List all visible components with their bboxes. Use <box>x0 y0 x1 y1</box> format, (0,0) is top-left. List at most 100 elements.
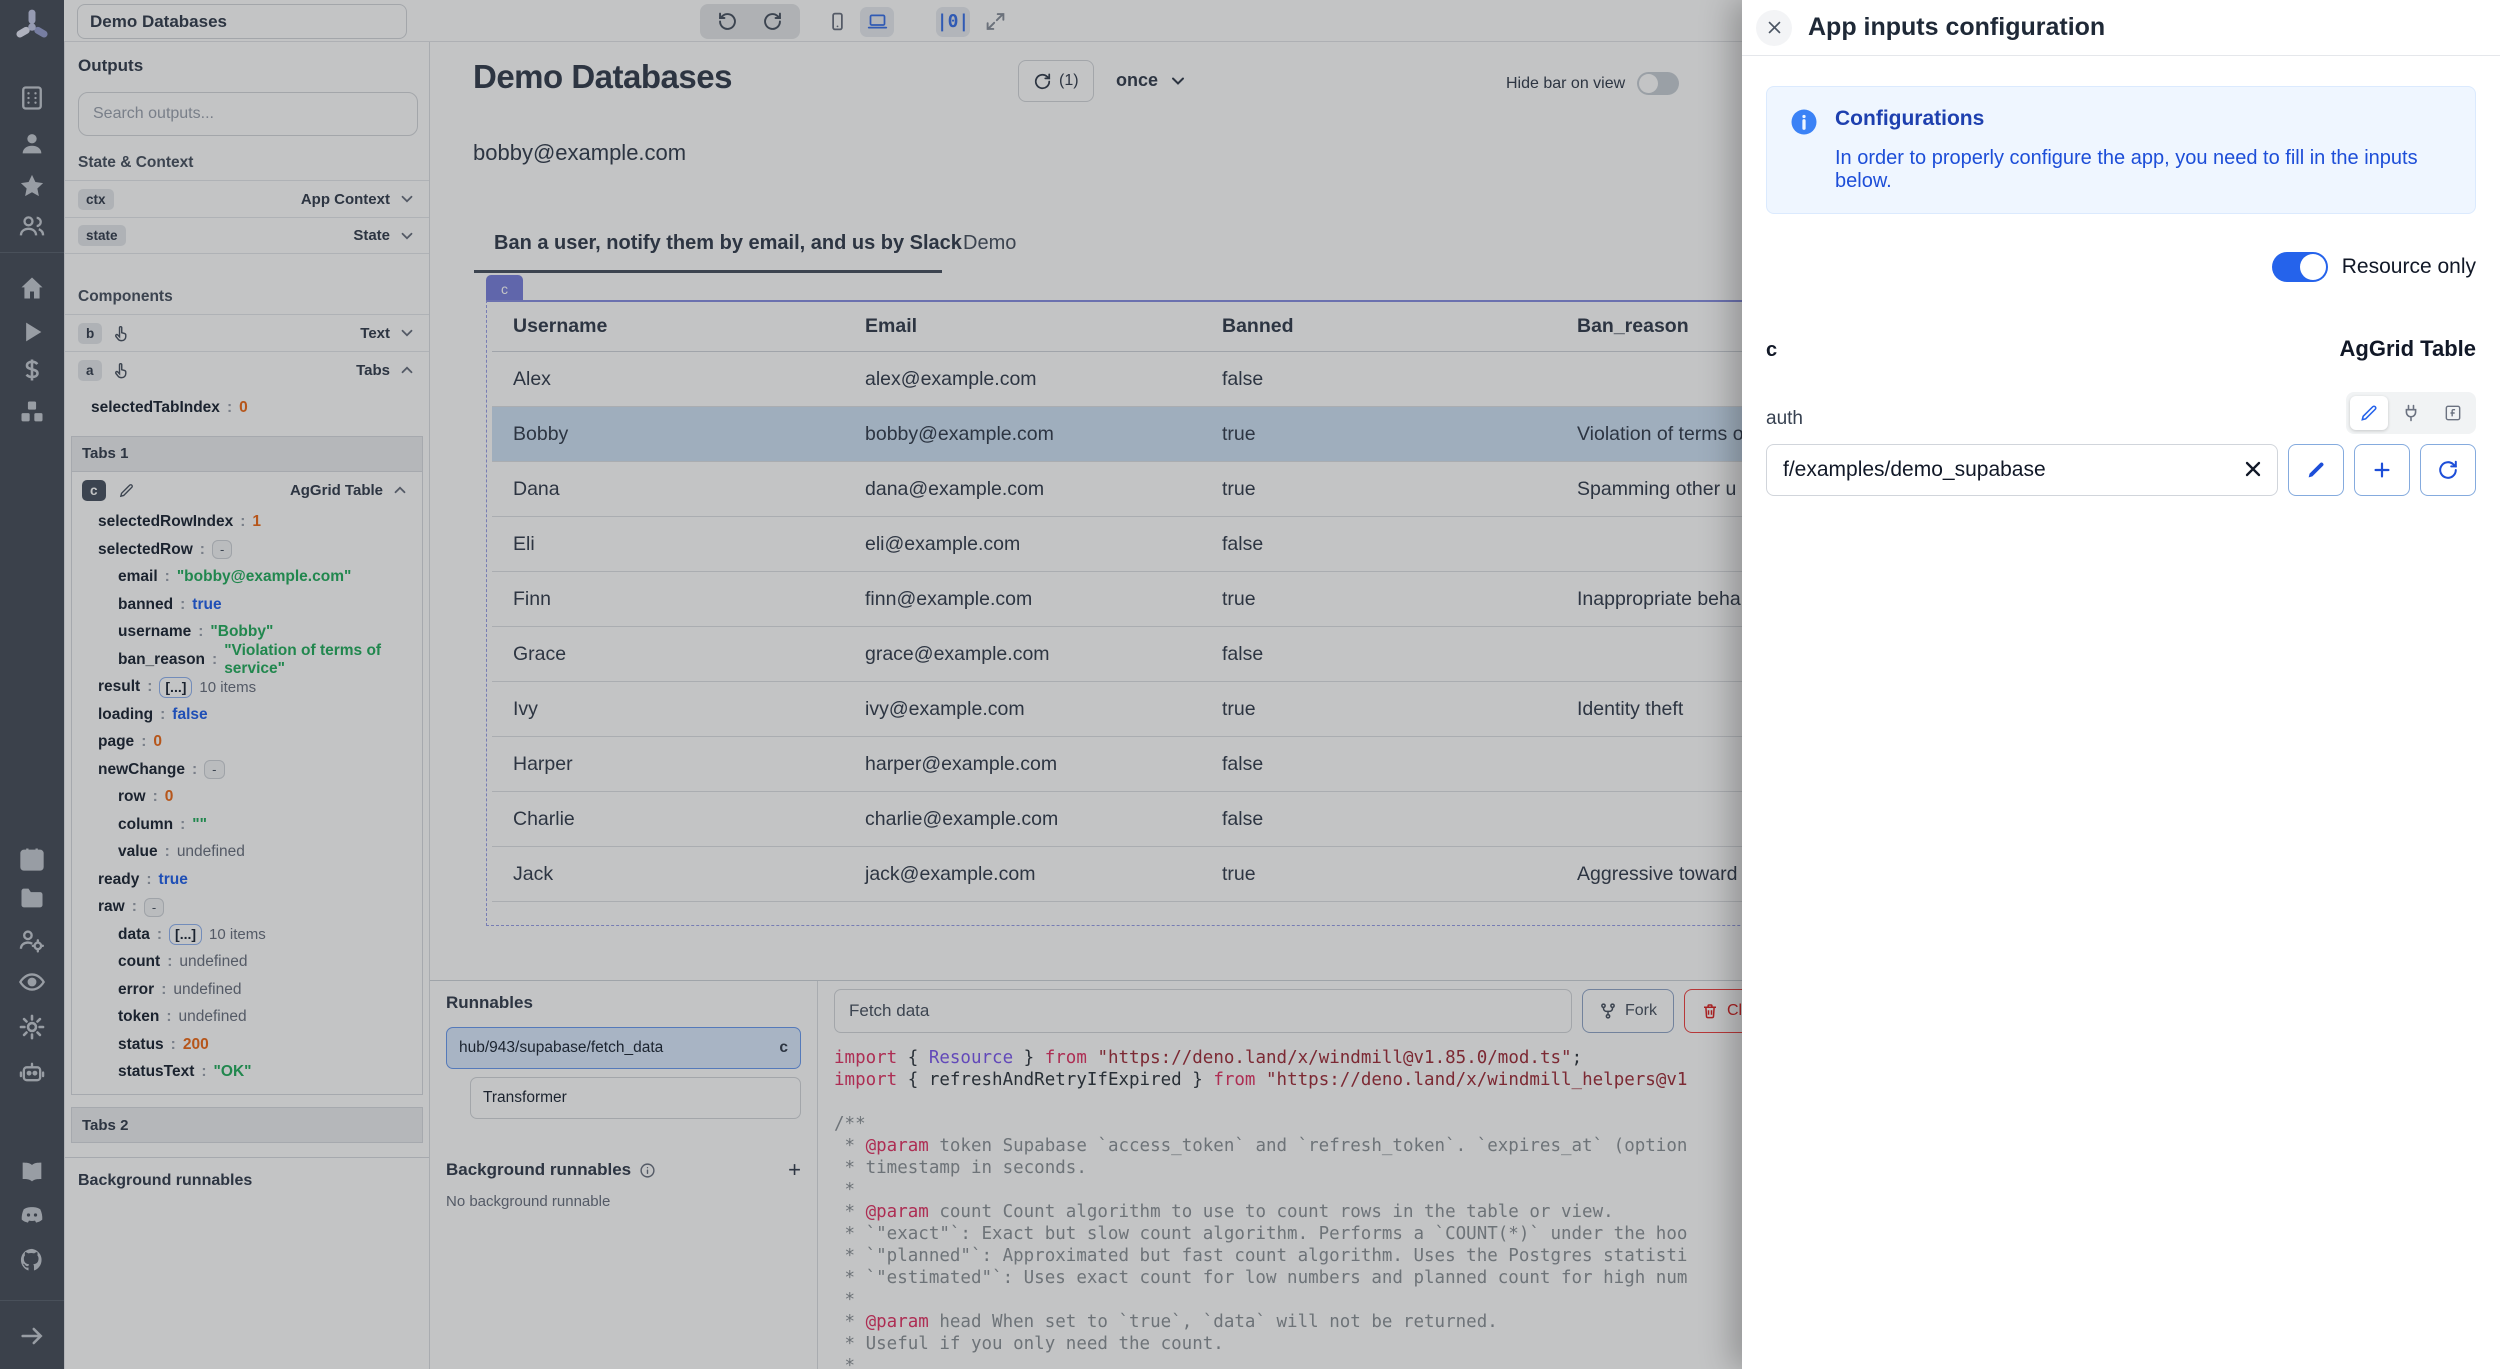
active-tab-underline <box>474 270 942 273</box>
tabs2-section-bar[interactable]: Tabs 2 <box>71 1107 423 1143</box>
hide-bar-row: Hide bar on view <box>1506 72 1679 95</box>
table-cell: false <box>1201 808 1556 831</box>
github-icon[interactable] <box>18 1246 46 1274</box>
component-output-props: selectedRowIndex:1selectedRow:-email:"bo… <box>72 509 422 1087</box>
component-row-b[interactable]: b Text <box>65 314 429 351</box>
refresh-resource-icon[interactable] <box>2420 444 2476 496</box>
prop-value[interactable]: - <box>212 540 232 559</box>
user-icon[interactable] <box>18 130 46 158</box>
components-label: Components <box>78 288 416 306</box>
chevron-down-icon[interactable] <box>398 190 416 208</box>
align-zero-icon[interactable]: |0| <box>936 7 970 37</box>
tabs1-section-bar[interactable]: Tabs 1 <box>71 436 423 472</box>
windmill-app-editor: |0| Outputs State & Context ctxApp Conte… <box>0 0 2500 1369</box>
prop-value[interactable]: - <box>204 760 224 779</box>
table-cell: Ivy <box>492 698 844 721</box>
fullscreen-expand-icon[interactable] <box>978 7 1012 37</box>
desktop-preview-icon[interactable] <box>860 7 894 37</box>
refresh-count: (1) <box>1059 72 1079 90</box>
workspace-icon[interactable] <box>18 84 46 112</box>
settings-gear-icon[interactable] <box>18 1013 46 1041</box>
home-icon[interactable] <box>18 274 46 302</box>
prop-items-count: 10 items <box>199 679 256 696</box>
folders-icon[interactable] <box>18 884 46 912</box>
add-background-runnable-button[interactable]: + <box>788 1159 801 1181</box>
prop-value: undefined <box>179 953 247 971</box>
workers-users-gear-icon[interactable] <box>18 926 46 954</box>
static-pencil-icon[interactable] <box>2350 396 2388 430</box>
add-resource-plus-icon[interactable] <box>2354 444 2410 496</box>
runnables-list: Runnables hub/943/supabase/fetch_datac Tr… <box>430 981 818 1369</box>
component-id: c <box>1766 339 1777 362</box>
prop-value[interactable]: [...] <box>159 677 192 698</box>
runnable-name-input[interactable] <box>834 989 1572 1033</box>
schedules-calendar-icon[interactable] <box>18 845 46 873</box>
output-prop-token: token:undefined <box>72 1004 422 1032</box>
prop-key: result <box>98 678 140 696</box>
edit-resource-pencil-icon[interactable] <box>2288 444 2344 496</box>
undo-icon[interactable] <box>711 7 745 37</box>
auth-label: auth <box>1766 408 1803 434</box>
clear-x-icon[interactable] <box>2240 457 2266 483</box>
schedule-select[interactable]: once <box>1116 70 1188 91</box>
output-prop-ready: ready:true <box>72 866 422 894</box>
prop-key: status <box>118 1036 164 1054</box>
connect-plug-icon[interactable] <box>2392 396 2430 430</box>
app-name-input[interactable] <box>77 4 407 39</box>
close-icon[interactable] <box>1756 10 1792 46</box>
windmill-logo-icon[interactable] <box>13 8 51 46</box>
component-row-c[interactable]: c AgGrid Table <box>72 472 422 509</box>
runnables-title: Runnables <box>446 993 801 1013</box>
resources-boxes-icon[interactable] <box>18 398 46 426</box>
discord-icon[interactable] <box>18 1201 46 1229</box>
prop-key: newChange <box>98 761 185 779</box>
table-column-header[interactable]: Username <box>492 315 844 338</box>
expand-sidebar-arrow-icon[interactable] <box>18 1322 46 1350</box>
component-id-badge: a <box>78 360 102 381</box>
runs-play-icon[interactable] <box>18 318 46 346</box>
prop-value: true <box>159 871 188 889</box>
prop-items-count: 10 items <box>209 926 266 943</box>
table-cell: Dana <box>492 478 844 501</box>
chevron-up-icon[interactable] <box>391 481 409 499</box>
output-id-badge: ctx <box>78 189 114 210</box>
selected-component-badge[interactable]: c <box>486 275 523 302</box>
chevron-up-icon[interactable] <box>398 361 416 379</box>
runnable-item[interactable]: hub/943/supabase/fetch_datac <box>446 1027 801 1069</box>
tab-ban-user[interactable]: Ban a user, notify them by email, and us… <box>494 232 962 255</box>
groups-icon[interactable] <box>18 212 46 240</box>
prop-value: 0 <box>153 733 162 751</box>
tab-demo[interactable]: Demo <box>963 232 1016 255</box>
hand-pointer-icon <box>112 361 131 380</box>
runnable-item[interactable]: Transformer <box>470 1077 801 1119</box>
pencil-icon[interactable] <box>118 482 135 499</box>
prop-value[interactable]: [...] <box>169 924 202 945</box>
app-inputs-drawer: App inputs configuration Configurations … <box>1742 0 2500 1369</box>
audit-eye-icon[interactable] <box>18 968 46 996</box>
hide-bar-toggle[interactable] <box>1637 72 1679 95</box>
fork-button[interactable]: Fork <box>1582 989 1674 1033</box>
refresh-app-button[interactable]: (1) <box>1018 60 1094 102</box>
docs-book-icon[interactable] <box>18 1158 46 1186</box>
table-column-header[interactable]: Email <box>844 315 1201 338</box>
app-title: Demo Databases <box>473 58 732 96</box>
state-context-row-state[interactable]: stateState <box>65 217 429 254</box>
chevron-down-icon[interactable] <box>398 227 416 245</box>
prop-value[interactable]: - <box>144 898 164 917</box>
background-runnables-empty-text: No background runnable <box>446 1193 801 1210</box>
eval-function-icon[interactable] <box>2434 396 2472 430</box>
chevron-down-icon[interactable] <box>398 324 416 342</box>
favorites-star-icon[interactable] <box>18 172 46 200</box>
auth-resource-input[interactable] <box>1766 444 2278 496</box>
search-outputs-input[interactable] <box>78 92 418 136</box>
redo-icon[interactable] <box>755 7 789 37</box>
table-column-header[interactable]: Banned <box>1201 315 1556 338</box>
ai-bot-icon[interactable] <box>18 1058 46 1086</box>
variables-dollar-icon[interactable] <box>18 356 46 384</box>
state-context-row-ctx[interactable]: ctxApp Context <box>65 180 429 217</box>
resource-only-toggle[interactable] <box>2272 252 2328 282</box>
mobile-preview-icon[interactable] <box>820 7 854 37</box>
output-prop-value: value:undefined <box>72 839 422 867</box>
table-cell: ivy@example.com <box>844 698 1201 721</box>
component-row-a[interactable]: a Tabs <box>65 351 429 388</box>
